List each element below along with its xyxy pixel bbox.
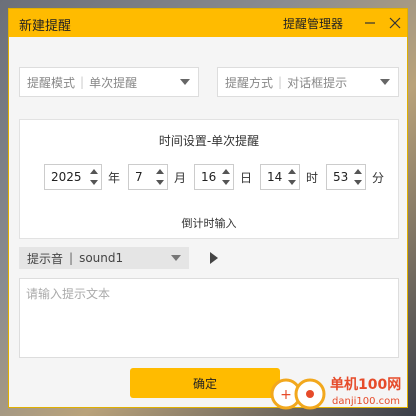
sound-label: 提示音 xyxy=(27,251,64,266)
minimize-button[interactable] xyxy=(359,12,381,34)
reminder-manager-link[interactable]: 提醒管理器 xyxy=(283,15,343,32)
day-value: 16 xyxy=(201,170,217,184)
new-reminder-window: 新建提醒 提醒管理器 提醒模式 | 单次提醒 提醒方式 | 对话框提示 时间设置… xyxy=(8,8,408,408)
minute-spinbox[interactable]: 53 xyxy=(326,164,366,190)
day-unit: 日 xyxy=(240,171,253,185)
reminder-method-select[interactable]: 提醒方式 | 对话框提示 xyxy=(217,67,399,97)
watermark-logo-icon: + xyxy=(270,378,326,410)
minute-value: 53 xyxy=(333,170,349,184)
message-textarea[interactable]: 请输入提示文本 xyxy=(19,278,399,358)
separator: | xyxy=(278,75,283,89)
arrow-down-icon[interactable] xyxy=(222,180,230,185)
minute-unit: 分 xyxy=(372,171,385,185)
window-title: 新建提醒 xyxy=(19,19,72,34)
spin-arrows[interactable] xyxy=(288,168,296,186)
watermark-url: danji100.com xyxy=(332,396,400,407)
separator: | xyxy=(80,75,85,89)
title-bar: 新建提醒 提醒管理器 xyxy=(9,9,407,37)
hour-value: 14 xyxy=(267,170,283,184)
spin-arrows[interactable] xyxy=(90,168,98,186)
month-unit: 月 xyxy=(174,171,187,185)
hour-spinbox[interactable]: 14 xyxy=(260,164,300,190)
arrow-up-icon[interactable] xyxy=(354,169,362,174)
reminder-method-value: 对话框提示 xyxy=(287,75,348,90)
hour-unit: 时 xyxy=(306,171,319,185)
time-settings-title: 时间设置-单次提醒 xyxy=(158,134,260,148)
play-icon[interactable] xyxy=(210,252,218,264)
close-icon xyxy=(389,17,401,29)
chevron-down-icon xyxy=(380,79,390,85)
reminder-mode-label: 提醒模式 xyxy=(27,75,76,90)
reminder-mode-select[interactable]: 提醒模式 | 单次提醒 xyxy=(19,67,199,97)
year-spinbox[interactable]: 2025 xyxy=(44,164,102,190)
arrow-up-icon[interactable] xyxy=(288,169,296,174)
confirm-button[interactable]: 确定 xyxy=(130,368,280,398)
arrow-up-icon[interactable] xyxy=(222,169,230,174)
arrow-down-icon[interactable] xyxy=(90,180,98,185)
close-button[interactable] xyxy=(384,12,406,34)
year-unit: 年 xyxy=(108,171,121,185)
month-value: 7 xyxy=(135,170,143,184)
sound-value: sound1 xyxy=(79,251,124,265)
arrow-down-icon[interactable] xyxy=(288,180,296,185)
minimize-icon xyxy=(365,22,375,24)
spin-arrows[interactable] xyxy=(222,168,230,186)
reminder-mode-value: 单次提醒 xyxy=(89,75,138,90)
spin-arrows[interactable] xyxy=(156,168,164,186)
watermark-text: 单机100网 xyxy=(330,377,402,393)
time-settings-panel: 时间设置-单次提醒 2025 年 7 月 16 日 14 时 53 分 倒计时输… xyxy=(19,119,399,239)
arrow-up-icon[interactable] xyxy=(156,169,164,174)
arrow-up-icon[interactable] xyxy=(90,169,98,174)
svg-text:+: + xyxy=(280,387,292,403)
arrow-down-icon[interactable] xyxy=(156,180,164,185)
day-spinbox[interactable]: 16 xyxy=(194,164,234,190)
chevron-down-icon xyxy=(180,79,190,85)
sound-select[interactable]: 提示音 | sound1 xyxy=(19,247,189,269)
chevron-down-icon xyxy=(171,255,181,261)
month-spinbox[interactable]: 7 xyxy=(128,164,168,190)
separator: | xyxy=(69,251,74,265)
spin-arrows[interactable] xyxy=(354,168,362,186)
watermark: + 单机100网 danji100.com xyxy=(268,372,416,416)
arrow-down-icon[interactable] xyxy=(354,180,362,185)
reminder-method-label: 提醒方式 xyxy=(225,75,274,90)
year-value: 2025 xyxy=(51,170,82,184)
countdown-input-link[interactable]: 倒计时输入 xyxy=(20,215,398,231)
